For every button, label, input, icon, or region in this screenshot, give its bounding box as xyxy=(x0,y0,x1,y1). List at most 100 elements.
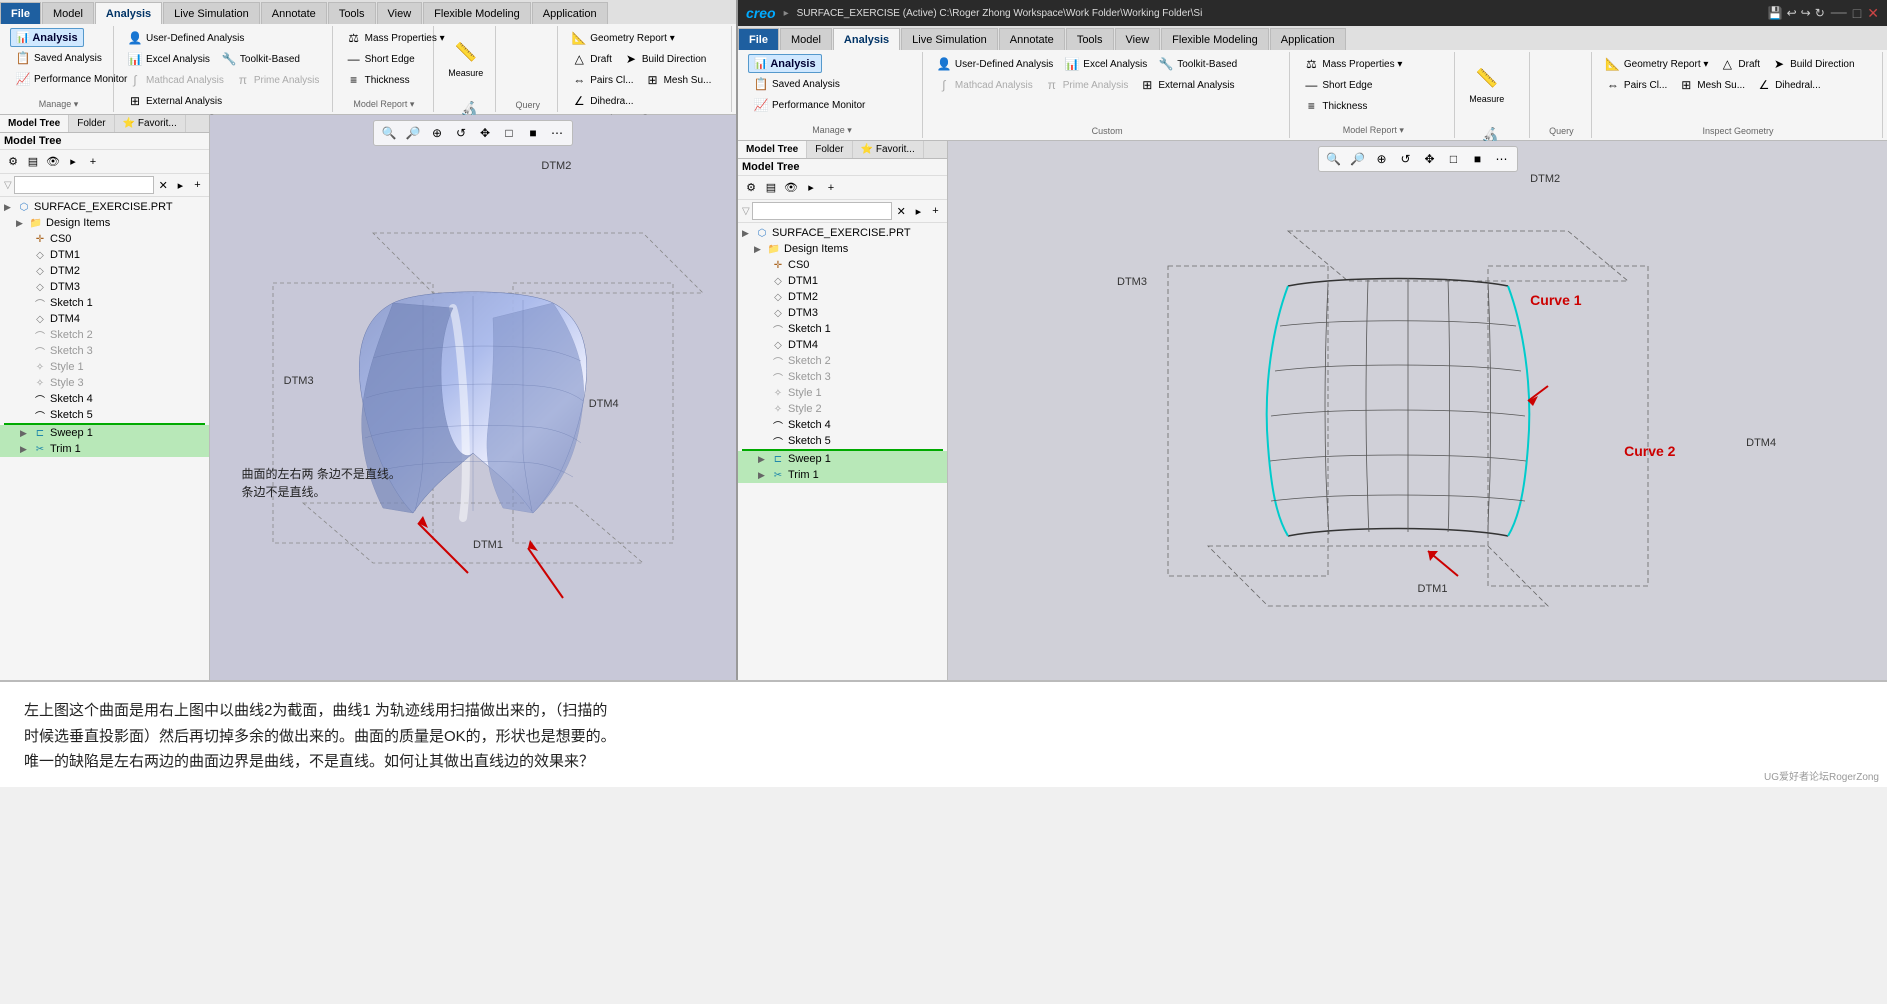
search-clear-btn-right[interactable]: ✕ xyxy=(894,202,909,220)
vp-more-right[interactable]: ⋯ xyxy=(1491,149,1513,169)
thickness-btn-right[interactable]: ≡ Thickness xyxy=(1298,96,1372,116)
prime-btn[interactable]: π Prime Analysis xyxy=(230,70,325,90)
search-next-btn[interactable]: ▸ xyxy=(173,176,188,194)
measure-btn-left[interactable]: 📏 Measure xyxy=(442,28,489,88)
tree-item-dtm1-left[interactable]: ◇ DTM1 xyxy=(0,247,209,263)
tree-item-style1-right[interactable]: ✧ Style 1 xyxy=(738,385,947,401)
tree-item-sketch1-left[interactable]: ⌒ Sketch 1 xyxy=(0,295,209,311)
tree-item-sk5-left[interactable]: ⌒ Sketch 5 xyxy=(0,407,209,423)
tree-item-dtm4-left[interactable]: ◇ DTM4 xyxy=(0,311,209,327)
tree-item-trim1-right[interactable]: ▶ ✂ Trim 1 xyxy=(738,467,947,483)
mass-props-btn-left[interactable]: ⚖ Mass Properties ▾ xyxy=(341,28,450,48)
tree-item-dtm4-right[interactable]: ◇ DTM4 xyxy=(738,337,947,353)
perf-monitor-btn-right[interactable]: 📈 Performance Monitor xyxy=(748,95,870,115)
analysis-btn-right[interactable]: 📊 Analysis xyxy=(748,54,822,73)
external-btn-right[interactable]: ⊞ External Analysis xyxy=(1134,75,1239,95)
tree-search-input-right[interactable] xyxy=(752,202,892,220)
regen-icon[interactable]: ↻ xyxy=(1815,6,1825,20)
vp-zoom-out-right[interactable]: 🔎 xyxy=(1347,149,1369,169)
draft-btn-right[interactable]: △ Draft xyxy=(1714,54,1765,74)
tree-item-dtm2-left[interactable]: ◇ DTM2 xyxy=(0,263,209,279)
tree-item-sweep1-right[interactable]: ▶ ⊏ Sweep 1 xyxy=(738,451,947,467)
tree-tab-favorites-left[interactable]: ⭐ Favorit... xyxy=(115,115,186,132)
tab-tools-left[interactable]: Tools xyxy=(328,2,376,24)
tab-view-right[interactable]: View xyxy=(1115,28,1161,50)
excel-btn[interactable]: 📊 Excel Analysis xyxy=(122,49,215,69)
tree-item-sketch1-right[interactable]: ⌒ Sketch 1 xyxy=(738,321,947,337)
tree-more-btn-right[interactable]: ▸ xyxy=(802,179,820,197)
tab-analysis-left[interactable]: Analysis xyxy=(95,2,162,24)
mass-props-btn-right[interactable]: ⚖ Mass Properties ▾ xyxy=(1298,54,1407,74)
tree-item-sk2-right[interactable]: ⌒ Sketch 2 xyxy=(738,353,947,369)
tree-columns-btn[interactable]: ▤ xyxy=(24,153,42,171)
thickness-btn-left[interactable]: ≡ Thickness xyxy=(341,70,415,90)
tree-search-input-left[interactable] xyxy=(14,176,154,194)
vp-zoom-in-right[interactable]: 🔍 xyxy=(1323,149,1345,169)
tab-model-left[interactable]: Model xyxy=(42,2,94,24)
tab-file-right[interactable]: File xyxy=(738,28,779,50)
tree-item-sk4-right[interactable]: ⌒ Sketch 4 xyxy=(738,417,947,433)
vp-shade-right[interactable]: ■ xyxy=(1467,149,1489,169)
tree-item-sweep1-left[interactable]: ▶ ⊏ Sweep 1 xyxy=(0,425,209,441)
vp-wire-right[interactable]: □ xyxy=(1443,149,1465,169)
tree-item-dtm2-right[interactable]: ◇ DTM2 xyxy=(738,289,947,305)
tab-file-left[interactable]: File xyxy=(0,2,41,24)
vp-zoom-out-left[interactable]: 🔎 xyxy=(402,123,424,143)
vp-more-left[interactable]: ⋯ xyxy=(546,123,568,143)
vp-zoom-fit-right[interactable]: ⊕ xyxy=(1371,149,1393,169)
vp-pan-left[interactable]: ✥ xyxy=(474,123,496,143)
mesh-btn-right[interactable]: ⊞ Mesh Su... xyxy=(1673,75,1750,95)
tab-app-left[interactable]: Application xyxy=(532,2,608,24)
mathcad-btn[interactable]: ∫ Mathcad Analysis xyxy=(122,70,229,90)
vp-rotate-right[interactable]: ↺ xyxy=(1395,149,1417,169)
mesh-btn-left[interactable]: ⊞ Mesh Su... xyxy=(640,70,717,90)
tree-item-dtm3-right[interactable]: ◇ DTM3 xyxy=(738,305,947,321)
geom-report-btn-right[interactable]: 📐 Geometry Report ▾ xyxy=(1600,54,1714,74)
tree-tab-favorites-right[interactable]: ⭐ Favorit... xyxy=(853,141,924,158)
tree-item-dtm1-right[interactable]: ◇ DTM1 xyxy=(738,273,947,289)
search-add-btn[interactable]: + xyxy=(190,176,205,194)
tree-item-cs0-right[interactable]: ✛ CS0 xyxy=(738,257,947,273)
vp-pan-right[interactable]: ✥ xyxy=(1419,149,1441,169)
tab-flex-right[interactable]: Flexible Modeling xyxy=(1161,28,1269,50)
tree-item-sk3-left[interactable]: ⌒ Sketch 3 xyxy=(0,343,209,359)
geom-report-btn-left[interactable]: 📐 Geometry Report ▾ xyxy=(566,28,680,48)
pairs-btn-right[interactable]: ⇔ Pairs Cl... xyxy=(1600,75,1672,95)
tab-view-left[interactable]: View xyxy=(377,2,423,24)
perf-monitor-btn-left[interactable]: 📈 Performance Monitor xyxy=(10,69,132,89)
redo-icon[interactable]: ↪ xyxy=(1801,6,1811,20)
user-defined-btn[interactable]: 👤 User-Defined Analysis xyxy=(122,28,249,48)
user-defined-btn-right[interactable]: 👤 User-Defined Analysis xyxy=(931,54,1058,74)
tree-item-root-left[interactable]: ▶ ⬡ SURFACE_EXERCISE.PRT xyxy=(0,199,209,215)
short-edge-btn-left[interactable]: — Short Edge xyxy=(341,49,420,69)
vp-shade-left[interactable]: ■ xyxy=(522,123,544,143)
vp-zoom-in-left[interactable]: 🔍 xyxy=(378,123,400,143)
undo-icon[interactable]: ↩ xyxy=(1787,6,1797,20)
short-edge-btn-right[interactable]: — Short Edge xyxy=(1298,75,1377,95)
draft-btn-left[interactable]: △ Draft xyxy=(566,49,617,69)
tree-item-style2-right[interactable]: ✧ Style 2 xyxy=(738,401,947,417)
toolkit-btn[interactable]: 🔧 Toolkit-Based xyxy=(216,49,305,69)
vp-wire-left[interactable]: □ xyxy=(498,123,520,143)
save-icon[interactable]: 💾 xyxy=(1768,6,1783,20)
search-next-btn-right[interactable]: ▸ xyxy=(911,202,926,220)
tree-add-btn-right[interactable]: + xyxy=(822,179,840,197)
tree-tab-folder-right[interactable]: Folder xyxy=(807,141,852,158)
minimize-icon[interactable]: — xyxy=(1831,4,1847,22)
tree-settings-btn-right[interactable]: ⚙ xyxy=(742,179,760,197)
tab-analysis-right[interactable]: Analysis xyxy=(833,28,900,50)
tree-item-dtm3-left[interactable]: ◇ DTM3 xyxy=(0,279,209,295)
tree-item-cs0-left[interactable]: ✛ CS0 xyxy=(0,231,209,247)
tree-preview-btn-right[interactable]: 👁 xyxy=(782,179,800,197)
prime-btn-right[interactable]: π Prime Analysis xyxy=(1039,75,1134,95)
tree-item-root-right[interactable]: ▶ ⬡ SURFACE_EXERCISE.PRT xyxy=(738,225,947,241)
tree-tab-folder-left[interactable]: Folder xyxy=(69,115,114,132)
tab-flex-left[interactable]: Flexible Modeling xyxy=(423,2,531,24)
tree-preview-btn[interactable]: 👁 xyxy=(44,153,62,171)
tree-item-style3-left[interactable]: ✧ Style 3 xyxy=(0,375,209,391)
tab-live-sim-right[interactable]: Live Simulation xyxy=(901,28,998,50)
measure-btn-right[interactable]: 📏 Measure xyxy=(1463,54,1510,114)
tree-tab-modeltree-right[interactable]: Model Tree xyxy=(738,141,807,158)
tab-model-right[interactable]: Model xyxy=(780,28,832,50)
tree-item-design-right[interactable]: ▶ 📁 Design Items xyxy=(738,241,947,257)
